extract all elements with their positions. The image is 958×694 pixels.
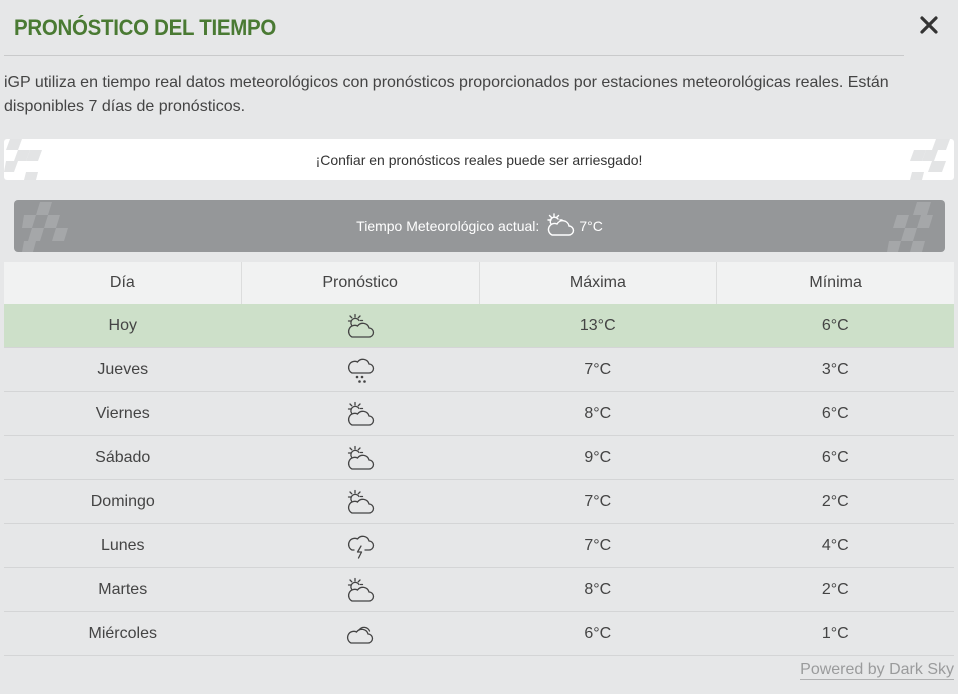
day-cell: Hoy	[108, 316, 137, 334]
table-row: Miércoles 6°C 1°C	[4, 612, 954, 656]
partly-cloudy-icon	[345, 576, 375, 604]
current-temperature: 7°C	[579, 218, 603, 234]
warning-text: ¡Confiar en pronósticos reales puede ser…	[315, 151, 643, 168]
day-cell: Miércoles	[88, 624, 157, 642]
max-temp-cell: 6°C	[584, 624, 612, 642]
day-cell: Lunes	[100, 536, 145, 554]
table-row: Domingo 7°C 2°C	[4, 480, 954, 524]
min-temp-cell: 6°C	[821, 404, 849, 422]
forecast-cell	[242, 392, 480, 435]
max-temp-cell: 7°C	[584, 536, 612, 554]
day-cell: Jueves	[97, 360, 149, 378]
min-temp-cell: 3°C	[821, 360, 849, 378]
rain-icon	[345, 355, 375, 385]
min-temp-cell: 1°C	[821, 624, 849, 642]
max-temp-cell: 7°C	[584, 492, 612, 510]
max-temp-cell: 7°C	[584, 360, 612, 378]
forecast-cell	[242, 612, 480, 655]
partly-cloudy-icon	[345, 488, 375, 516]
partly-cloudy-icon	[345, 400, 375, 428]
column-header-forecast: Pronóstico	[240, 262, 479, 304]
powered-by-link[interactable]: Powered by Dark Sky	[800, 660, 954, 680]
checkered-flag-icon	[22, 202, 68, 252]
current-weather-label: Tiempo Meteorológico actual:	[356, 218, 540, 234]
day-cell: Domingo	[90, 492, 155, 510]
table-row: Hoy 13°C 6°C	[4, 304, 954, 348]
title-divider	[4, 55, 904, 56]
day-cell: Martes	[98, 580, 148, 598]
checkered-flag-icon	[4, 139, 42, 180]
warning-banner: ¡Confiar en pronósticos reales puede ser…	[4, 139, 954, 180]
min-temp-cell: 6°C	[821, 316, 849, 334]
table-header: Día Pronóstico Máxima Mínima	[4, 262, 954, 304]
current-weather-bar: Tiempo Meteorológico actual: 7°C	[14, 200, 945, 252]
forecast-cell	[242, 436, 480, 479]
forecast-cell	[242, 480, 480, 523]
thunderstorm-icon	[345, 531, 375, 561]
min-temp-cell: 4°C	[821, 536, 849, 554]
table-row: Martes 8°C 2°C	[4, 568, 954, 612]
min-temp-cell: 2°C	[821, 492, 849, 510]
column-header-day: Día	[109, 274, 135, 291]
partly-cloudy-icon	[345, 312, 375, 340]
forecast-cell	[242, 524, 480, 567]
table-row: Sábado 9°C 6°C	[4, 436, 954, 480]
forecast-table: Día Pronóstico Máxima Mínima Hoy 13°C 6°C J…	[4, 262, 954, 656]
table-row: Jueves 7°C 3°C	[4, 348, 954, 392]
day-cell: Sábado	[95, 448, 151, 466]
max-temp-cell: 8°C	[584, 404, 612, 422]
partly-cloudy-icon	[345, 444, 375, 472]
table-row: Lunes 7°C 4°C	[4, 524, 954, 568]
table-row: Viernes 8°C 6°C	[4, 392, 954, 436]
forecast-cell	[242, 348, 480, 391]
forecast-cell	[242, 568, 480, 611]
checkered-flag-icon	[887, 202, 933, 252]
day-cell: Viernes	[95, 404, 150, 422]
min-temp-cell: 2°C	[821, 580, 849, 598]
checkered-flag-icon	[910, 139, 950, 180]
max-temp-cell: 13°C	[579, 316, 616, 334]
cloudy-icon	[345, 620, 375, 648]
close-icon[interactable]	[918, 14, 940, 36]
max-temp-cell: 8°C	[584, 580, 612, 598]
column-header-min: Mínima	[716, 262, 954, 304]
max-temp-cell: 9°C	[584, 448, 612, 466]
intro-text: iGP utiliza en tiempo real datos meteoro…	[4, 74, 889, 115]
forecast-cell	[242, 304, 480, 347]
min-temp-cell: 6°C	[821, 448, 849, 466]
column-header-max: Máxima	[478, 262, 717, 304]
partly-cloudy-icon	[545, 211, 575, 242]
page-title: PRONÓSTICO DEL TIEMPO	[14, 15, 277, 40]
